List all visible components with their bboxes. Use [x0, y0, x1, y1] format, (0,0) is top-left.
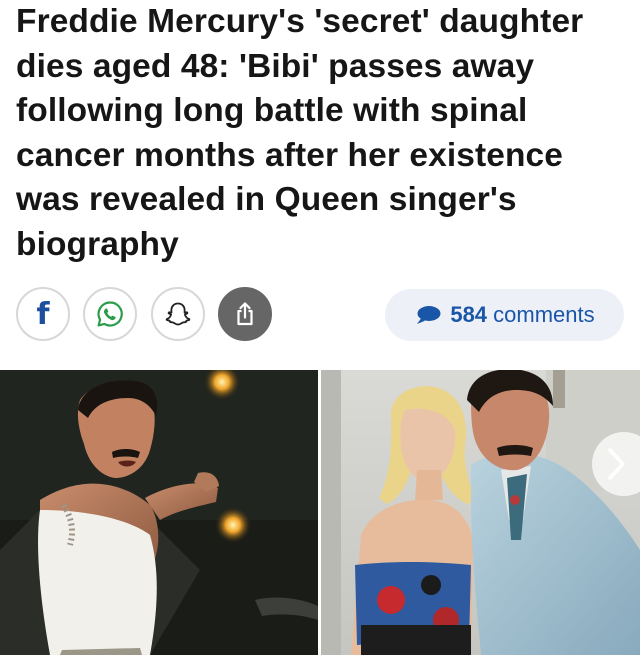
comment-bubble-icon — [417, 306, 441, 324]
facebook-icon: f — [36, 297, 50, 332]
whatsapp-icon — [97, 301, 123, 327]
share-icon — [237, 302, 253, 326]
native-share-button[interactable] — [218, 287, 272, 341]
article-headline: Freddie Mercury's 'secret' daughter dies… — [16, 3, 584, 263]
whatsapp-share-button[interactable] — [83, 287, 137, 341]
snapchat-share-button[interactable] — [151, 287, 205, 341]
comments-label: comments — [493, 302, 595, 327]
facebook-share-button[interactable]: f — [16, 287, 70, 341]
comments-button[interactable]: 584 comments — [385, 289, 624, 341]
photo-gallery[interactable] — [0, 370, 640, 655]
snapchat-icon — [165, 302, 191, 326]
share-bar: f 584 comments — [0, 285, 640, 347]
comments-count: 584 — [450, 302, 488, 327]
gallery-photo-singer-on-stage — [0, 370, 318, 655]
chevron-right-icon — [608, 448, 625, 480]
gallery-photo-singer-with-woman — [321, 370, 640, 655]
gallery-next-button[interactable] — [592, 432, 640, 496]
